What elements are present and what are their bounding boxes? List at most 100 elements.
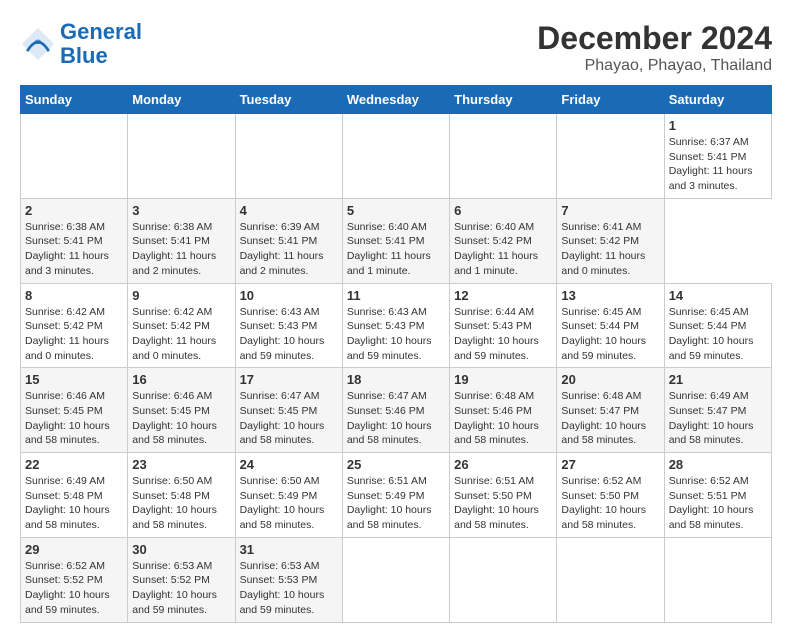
- day-number: 17: [240, 372, 338, 387]
- calendar-cell: [342, 537, 449, 622]
- calendar-cell: 28 Sunrise: 6:52 AMSunset: 5:51 PMDaylig…: [664, 453, 771, 538]
- day-number: 18: [347, 372, 445, 387]
- logo-line2: Blue: [60, 43, 108, 68]
- calendar-cell: [128, 114, 235, 199]
- day-number: 10: [240, 288, 338, 303]
- day-number: 15: [25, 372, 123, 387]
- day-detail: Sunrise: 6:41 AMSunset: 5:42 PMDaylight:…: [561, 221, 645, 277]
- day-detail: Sunrise: 6:47 AMSunset: 5:46 PMDaylight:…: [347, 390, 432, 446]
- month-title: December 2024: [537, 20, 772, 57]
- day-number: 8: [25, 288, 123, 303]
- day-number: 11: [347, 288, 445, 303]
- calendar-cell: [235, 114, 342, 199]
- day-number: 14: [669, 288, 767, 303]
- day-detail: Sunrise: 6:44 AMSunset: 5:43 PMDaylight:…: [454, 306, 539, 362]
- day-detail: Sunrise: 6:51 AMSunset: 5:50 PMDaylight:…: [454, 475, 539, 531]
- day-number: 16: [132, 372, 230, 387]
- day-detail: Sunrise: 6:43 AMSunset: 5:43 PMDaylight:…: [347, 306, 432, 362]
- day-detail: Sunrise: 6:40 AMSunset: 5:42 PMDaylight:…: [454, 221, 538, 277]
- calendar-cell: 21 Sunrise: 6:49 AMSunset: 5:47 PMDaylig…: [664, 368, 771, 453]
- day-detail: Sunrise: 6:42 AMSunset: 5:42 PMDaylight:…: [25, 306, 109, 362]
- header-monday: Monday: [128, 86, 235, 114]
- day-detail: Sunrise: 6:46 AMSunset: 5:45 PMDaylight:…: [132, 390, 217, 446]
- calendar-cell: 23 Sunrise: 6:50 AMSunset: 5:48 PMDaylig…: [128, 453, 235, 538]
- calendar-cell: [557, 537, 664, 622]
- day-detail: Sunrise: 6:38 AMSunset: 5:41 PMDaylight:…: [25, 221, 109, 277]
- header-tuesday: Tuesday: [235, 86, 342, 114]
- calendar-cell: 9 Sunrise: 6:42 AMSunset: 5:42 PMDayligh…: [128, 283, 235, 368]
- calendar-cell: [21, 114, 128, 199]
- calendar-cell: 22 Sunrise: 6:49 AMSunset: 5:48 PMDaylig…: [21, 453, 128, 538]
- calendar-cell: [664, 537, 771, 622]
- day-detail: Sunrise: 6:49 AMSunset: 5:47 PMDaylight:…: [669, 390, 754, 446]
- calendar-header-row: SundayMondayTuesdayWednesdayThursdayFrid…: [21, 86, 772, 114]
- calendar-week-row: 8 Sunrise: 6:42 AMSunset: 5:42 PMDayligh…: [21, 283, 772, 368]
- day-detail: Sunrise: 6:45 AMSunset: 5:44 PMDaylight:…: [669, 306, 754, 362]
- day-detail: Sunrise: 6:48 AMSunset: 5:46 PMDaylight:…: [454, 390, 539, 446]
- day-number: 7: [561, 203, 659, 218]
- day-detail: Sunrise: 6:48 AMSunset: 5:47 PMDaylight:…: [561, 390, 646, 446]
- day-number: 6: [454, 203, 552, 218]
- day-detail: Sunrise: 6:50 AMSunset: 5:48 PMDaylight:…: [132, 475, 217, 531]
- header-thursday: Thursday: [450, 86, 557, 114]
- calendar-cell: 14 Sunrise: 6:45 AMSunset: 5:44 PMDaylig…: [664, 283, 771, 368]
- calendar-cell: 13 Sunrise: 6:45 AMSunset: 5:44 PMDaylig…: [557, 283, 664, 368]
- header-saturday: Saturday: [664, 86, 771, 114]
- header-friday: Friday: [557, 86, 664, 114]
- calendar-cell: 1 Sunrise: 6:37 AMSunset: 5:41 PMDayligh…: [664, 114, 771, 199]
- day-detail: Sunrise: 6:50 AMSunset: 5:49 PMDaylight:…: [240, 475, 325, 531]
- day-detail: Sunrise: 6:40 AMSunset: 5:41 PMDaylight:…: [347, 221, 431, 277]
- day-number: 2: [25, 203, 123, 218]
- day-number: 28: [669, 457, 767, 472]
- day-number: 31: [240, 542, 338, 557]
- calendar-cell: 7 Sunrise: 6:41 AMSunset: 5:42 PMDayligh…: [557, 198, 664, 283]
- page-header: General Blue December 2024 Phayao, Phaya…: [20, 20, 772, 75]
- calendar-table: SundayMondayTuesdayWednesdayThursdayFrid…: [20, 85, 772, 623]
- calendar-cell: [342, 114, 449, 199]
- day-number: 13: [561, 288, 659, 303]
- calendar-week-row: 22 Sunrise: 6:49 AMSunset: 5:48 PMDaylig…: [21, 453, 772, 538]
- day-detail: Sunrise: 6:52 AMSunset: 5:50 PMDaylight:…: [561, 475, 646, 531]
- calendar-cell: 17 Sunrise: 6:47 AMSunset: 5:45 PMDaylig…: [235, 368, 342, 453]
- calendar-cell: 27 Sunrise: 6:52 AMSunset: 5:50 PMDaylig…: [557, 453, 664, 538]
- calendar-cell: 4 Sunrise: 6:39 AMSunset: 5:41 PMDayligh…: [235, 198, 342, 283]
- day-detail: Sunrise: 6:39 AMSunset: 5:41 PMDaylight:…: [240, 221, 324, 277]
- day-detail: Sunrise: 6:53 AMSunset: 5:52 PMDaylight:…: [132, 560, 217, 616]
- calendar-cell: [557, 114, 664, 199]
- day-number: 22: [25, 457, 123, 472]
- calendar-cell: 25 Sunrise: 6:51 AMSunset: 5:49 PMDaylig…: [342, 453, 449, 538]
- calendar-cell: 16 Sunrise: 6:46 AMSunset: 5:45 PMDaylig…: [128, 368, 235, 453]
- day-number: 9: [132, 288, 230, 303]
- calendar-cell: 24 Sunrise: 6:50 AMSunset: 5:49 PMDaylig…: [235, 453, 342, 538]
- day-number: 25: [347, 457, 445, 472]
- calendar-cell: 2 Sunrise: 6:38 AMSunset: 5:41 PMDayligh…: [21, 198, 128, 283]
- calendar-week-row: 15 Sunrise: 6:46 AMSunset: 5:45 PMDaylig…: [21, 368, 772, 453]
- calendar-week-row: 2 Sunrise: 6:38 AMSunset: 5:41 PMDayligh…: [21, 198, 772, 283]
- day-detail: Sunrise: 6:38 AMSunset: 5:41 PMDaylight:…: [132, 221, 216, 277]
- day-detail: Sunrise: 6:43 AMSunset: 5:43 PMDaylight:…: [240, 306, 325, 362]
- day-detail: Sunrise: 6:51 AMSunset: 5:49 PMDaylight:…: [347, 475, 432, 531]
- calendar-week-row: 1 Sunrise: 6:37 AMSunset: 5:41 PMDayligh…: [21, 114, 772, 199]
- calendar-cell: 12 Sunrise: 6:44 AMSunset: 5:43 PMDaylig…: [450, 283, 557, 368]
- title-block: December 2024 Phayao, Phayao, Thailand: [537, 20, 772, 75]
- logo-text: General Blue: [60, 20, 142, 68]
- calendar-cell: 6 Sunrise: 6:40 AMSunset: 5:42 PMDayligh…: [450, 198, 557, 283]
- calendar-week-row: 29 Sunrise: 6:52 AMSunset: 5:52 PMDaylig…: [21, 537, 772, 622]
- day-number: 3: [132, 203, 230, 218]
- header-sunday: Sunday: [21, 86, 128, 114]
- calendar-cell: 19 Sunrise: 6:48 AMSunset: 5:46 PMDaylig…: [450, 368, 557, 453]
- calendar-cell: 15 Sunrise: 6:46 AMSunset: 5:45 PMDaylig…: [21, 368, 128, 453]
- calendar-cell: 20 Sunrise: 6:48 AMSunset: 5:47 PMDaylig…: [557, 368, 664, 453]
- day-detail: Sunrise: 6:52 AMSunset: 5:52 PMDaylight:…: [25, 560, 110, 616]
- day-number: 4: [240, 203, 338, 218]
- calendar-cell: 26 Sunrise: 6:51 AMSunset: 5:50 PMDaylig…: [450, 453, 557, 538]
- calendar-cell: 8 Sunrise: 6:42 AMSunset: 5:42 PMDayligh…: [21, 283, 128, 368]
- day-detail: Sunrise: 6:49 AMSunset: 5:48 PMDaylight:…: [25, 475, 110, 531]
- day-detail: Sunrise: 6:46 AMSunset: 5:45 PMDaylight:…: [25, 390, 110, 446]
- location-title: Phayao, Phayao, Thailand: [537, 57, 772, 75]
- day-detail: Sunrise: 6:45 AMSunset: 5:44 PMDaylight:…: [561, 306, 646, 362]
- day-detail: Sunrise: 6:53 AMSunset: 5:53 PMDaylight:…: [240, 560, 325, 616]
- day-detail: Sunrise: 6:37 AMSunset: 5:41 PMDaylight:…: [669, 136, 753, 192]
- calendar-cell: 11 Sunrise: 6:43 AMSunset: 5:43 PMDaylig…: [342, 283, 449, 368]
- logo-icon: [20, 26, 56, 62]
